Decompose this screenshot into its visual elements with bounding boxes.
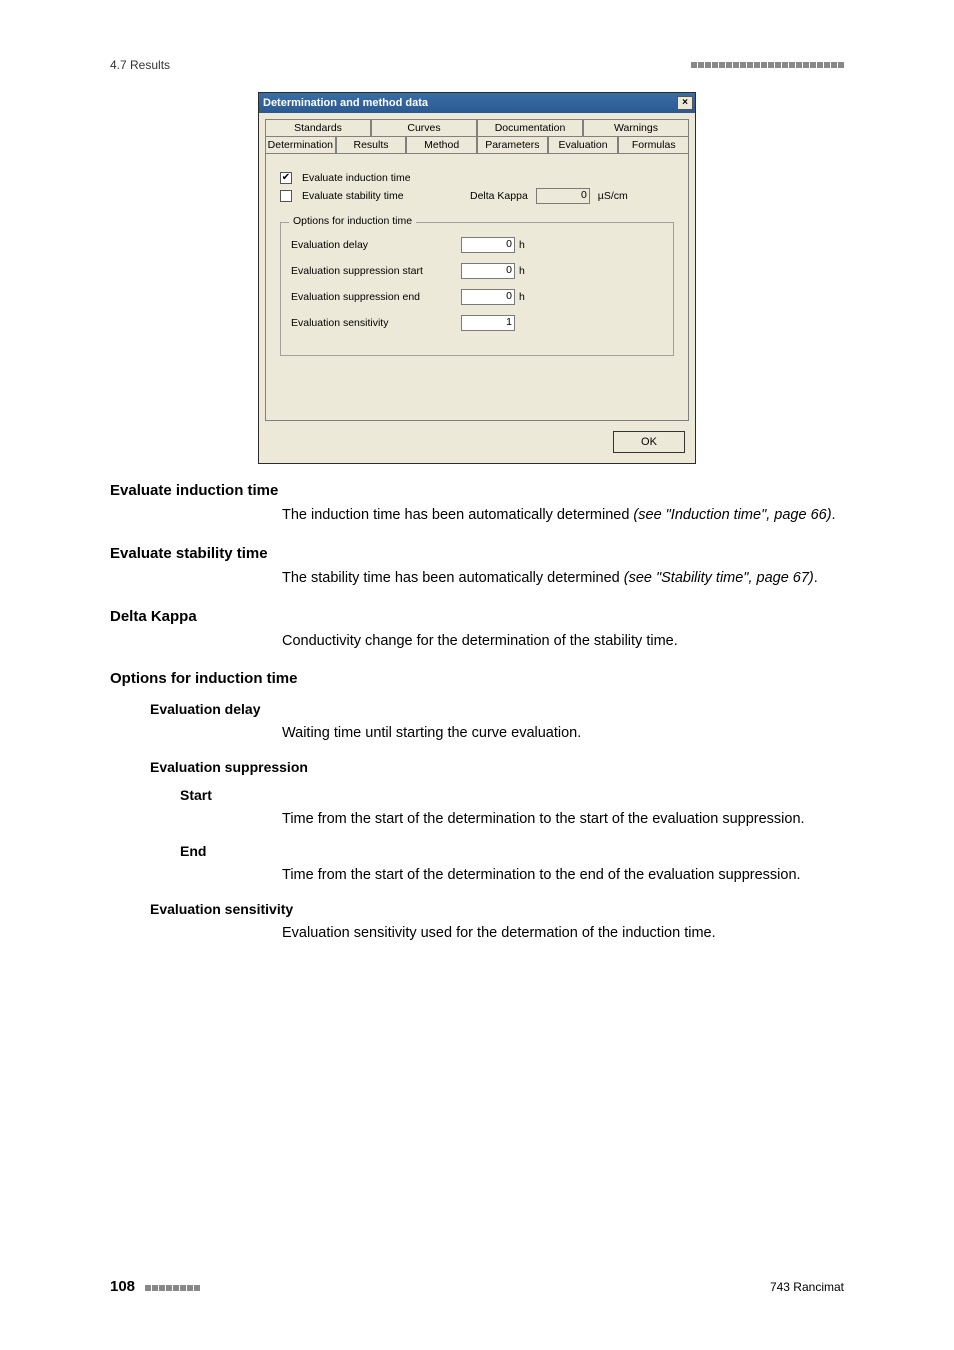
tab-formulas[interactable]: Formulas <box>618 136 689 153</box>
para-evaluation-sensitivity: Evaluation sensitivity used for the dete… <box>282 923 844 945</box>
unit-delta-kappa: µS/cm <box>598 190 628 202</box>
heading-start: Start <box>180 787 844 803</box>
unit-suppression-start: h <box>519 265 525 277</box>
input-evaluation-sensitivity[interactable]: 1 <box>461 315 515 331</box>
label-evaluate-stability-time: Evaluate stability time <box>302 190 404 202</box>
tab-parameters[interactable]: Parameters <box>477 136 548 153</box>
input-evaluation-suppression-start[interactable]: 0 <box>461 263 515 279</box>
input-evaluation-suppression-end[interactable]: 0 <box>461 289 515 305</box>
tab-results[interactable]: Results <box>336 136 407 153</box>
heading-delta-kappa: Delta Kappa <box>110 608 844 625</box>
label-delta-kappa: Delta Kappa <box>470 190 528 202</box>
tab-curves[interactable]: Curves <box>371 119 477 136</box>
tab-determination[interactable]: Determination <box>265 136 336 153</box>
tab-warnings[interactable]: Warnings <box>583 119 689 136</box>
page-number: 108 <box>110 1278 135 1295</box>
heading-options-induction-time: Options for induction time <box>110 670 844 687</box>
close-icon[interactable]: × <box>677 96 693 110</box>
doc-name: 743 Rancimat <box>770 1280 844 1294</box>
section-path: 4.7 Results <box>110 58 170 72</box>
tab-method[interactable]: Method <box>406 136 477 153</box>
dialog-titlebar: Determination and method data × <box>259 93 695 113</box>
page-number-block: 108 <box>110 1278 200 1295</box>
heading-evaluation-suppression: Evaluation suppression <box>150 759 844 775</box>
checkbox-evaluate-induction-time[interactable]: ✔ <box>280 172 292 184</box>
para-start: Time from the start of the determination… <box>282 809 844 831</box>
para-end: Time from the start of the determination… <box>282 865 844 887</box>
label-evaluate-induction-time: Evaluate induction time <box>302 172 411 184</box>
tab-panel-evaluation: ✔ Evaluate induction time Evaluate stabi… <box>265 153 689 421</box>
input-delta-kappa[interactable]: 0 <box>536 188 590 204</box>
heading-evaluation-delay: Evaluation delay <box>150 701 844 717</box>
groupbox-legend: Options for induction time <box>289 215 416 227</box>
unit-suppression-end: h <box>519 291 525 303</box>
label-evaluation-suppression-end: Evaluation suppression end <box>291 291 461 303</box>
checkbox-evaluate-stability-time[interactable] <box>280 190 292 202</box>
para-evaluate-induction-time: The induction time has been automaticall… <box>282 505 844 527</box>
heading-evaluation-sensitivity: Evaluation sensitivity <box>150 901 844 917</box>
label-evaluation-suppression-start: Evaluation suppression start <box>291 265 461 277</box>
label-evaluation-delay: Evaluation delay <box>291 239 461 251</box>
unit-evaluation-delay: h <box>519 239 525 251</box>
input-evaluation-delay[interactable]: 0 <box>461 237 515 253</box>
tab-documentation[interactable]: Documentation <box>477 119 583 136</box>
tab-evaluation[interactable]: Evaluation <box>548 136 619 153</box>
para-delta-kappa: Conductivity change for the determinatio… <box>282 631 844 653</box>
decorative-blocks-header <box>691 62 844 68</box>
heading-end: End <box>180 843 844 859</box>
groupbox-options-induction-time: Options for induction time Evaluation de… <box>280 222 674 356</box>
heading-evaluate-stability-time: Evaluate stability time <box>110 545 844 562</box>
ok-button[interactable]: OK <box>613 431 685 453</box>
dialog-title: Determination and method data <box>263 97 428 109</box>
label-evaluation-sensitivity: Evaluation sensitivity <box>291 317 461 329</box>
heading-evaluate-induction-time: Evaluate induction time <box>110 482 844 499</box>
tab-standards[interactable]: Standards <box>265 119 371 136</box>
para-evaluate-stability-time: The stability time has been automaticall… <box>282 568 844 590</box>
decorative-blocks-footer <box>145 1285 200 1291</box>
para-evaluation-delay: Waiting time until starting the curve ev… <box>282 723 844 745</box>
dialog-determination-method-data: Determination and method data × Standard… <box>258 92 696 464</box>
